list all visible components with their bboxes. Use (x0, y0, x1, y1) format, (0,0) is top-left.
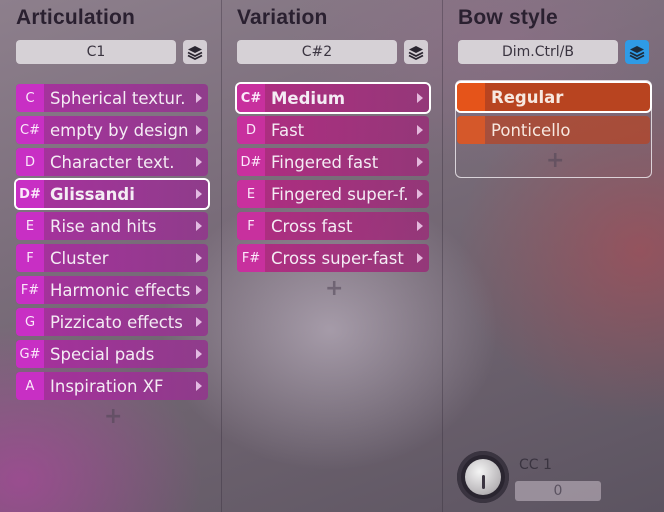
articulation-key-label: D (16, 148, 44, 176)
variation-item-label: Medium (271, 88, 346, 108)
articulation-key-label: C# (16, 116, 44, 144)
articulation-layer-button[interactable] (183, 40, 207, 64)
variation-key-label: D# (237, 148, 265, 176)
column-divider (221, 0, 222, 512)
chevron-right-icon[interactable] (196, 125, 202, 135)
articulation-item-label: Special pads (50, 344, 155, 364)
chevron-right-icon[interactable] (196, 349, 202, 359)
bow-item-regular[interactable]: Regular (457, 83, 650, 111)
cc-knob[interactable] (457, 451, 509, 503)
variation-key-label: E (237, 180, 265, 208)
articulation-item[interactable]: G Pizzicato effects (16, 308, 208, 336)
articulation-item-label: Rise and hits (50, 216, 157, 236)
articulation-item-label: Harmonic effects (50, 280, 191, 300)
articulation-item-label: Inspiration XF (50, 376, 164, 396)
articulation-key-label: D# (16, 180, 44, 208)
variation-item-label: Fast (271, 120, 305, 140)
variation-item[interactable]: F# Cross super-fast (237, 244, 429, 272)
articulation-title: Articulation (16, 6, 136, 29)
chevron-right-icon[interactable] (196, 381, 202, 391)
bow-color-swatch (457, 83, 485, 111)
articulation-item[interactable]: G# Special pads (16, 340, 208, 368)
chevron-right-icon[interactable] (196, 253, 202, 263)
chevron-right-icon[interactable] (417, 157, 423, 167)
articulation-key-label: G# (16, 340, 44, 368)
articulation-add-button[interactable]: + (104, 404, 122, 429)
bow-style-title: Bow style (458, 6, 558, 29)
bow-style-add-button[interactable]: + (546, 148, 564, 173)
chevron-right-icon[interactable] (417, 253, 423, 263)
articulation-item-label: Cluster (50, 248, 109, 268)
bow-style-layer-button[interactable] (625, 40, 649, 64)
variation-item[interactable]: E Fingered super-f. (237, 180, 429, 208)
articulation-key-label: F (16, 244, 44, 272)
variation-title: Variation (237, 6, 328, 29)
articulation-key-label: F# (16, 276, 44, 304)
articulation-key-label: G (16, 308, 44, 336)
articulation-item[interactable]: C Spherical textur. (16, 84, 208, 112)
variation-layer-button[interactable] (404, 40, 428, 64)
articulation-selector[interactable]: C1 (16, 40, 176, 64)
variation-item-label: Fingered fast (271, 152, 379, 172)
layers-icon (187, 46, 203, 60)
chevron-right-icon[interactable] (196, 93, 202, 103)
chevron-right-icon[interactable] (196, 157, 202, 167)
bow-color-swatch (457, 116, 485, 144)
articulation-item[interactable]: F# Harmonic effects (16, 276, 208, 304)
chevron-right-icon[interactable] (196, 221, 202, 231)
chevron-right-icon[interactable] (417, 93, 423, 103)
articulation-key-label: A (16, 372, 44, 400)
articulation-item[interactable]: D Character text. (16, 148, 208, 176)
layers-icon (629, 46, 645, 60)
cc-label: CC 1 (519, 457, 552, 473)
variation-selector[interactable]: C#2 (237, 40, 397, 64)
articulation-item-label: empty by design (50, 120, 189, 140)
articulation-item-label: Spherical textur. (50, 88, 186, 108)
bow-item-label: Regular (491, 87, 564, 107)
variation-item[interactable]: D# Fingered fast (237, 148, 429, 176)
articulation-key-label: C (16, 84, 44, 112)
variation-key-label: F# (237, 244, 265, 272)
variation-key-label: D (237, 116, 265, 144)
bow-style-selector[interactable]: Dim.Ctrl/B (458, 40, 618, 64)
articulation-item-label: Character text. (50, 152, 175, 172)
cc-value-field[interactable]: 0 (515, 481, 601, 501)
bow-item-label: Ponticello (491, 120, 571, 140)
articulation-key-label: E (16, 212, 44, 240)
articulation-item[interactable]: E Rise and hits (16, 212, 208, 240)
bow-item-ponticello[interactable]: Ponticello (457, 116, 650, 144)
articulation-item[interactable]: F Cluster (16, 244, 208, 272)
articulation-item[interactable]: A Inspiration XF (16, 372, 208, 400)
chevron-right-icon[interactable] (196, 285, 202, 295)
articulation-item[interactable]: D# Glissandi (16, 180, 208, 208)
variation-add-button[interactable]: + (325, 276, 343, 301)
chevron-right-icon[interactable] (196, 317, 202, 327)
variation-item-label: Fingered super-f. (271, 184, 409, 204)
variation-item-label: Cross super-fast (271, 248, 404, 268)
variation-item[interactable]: D Fast (237, 116, 429, 144)
articulation-item[interactable]: C# empty by design (16, 116, 208, 144)
chevron-right-icon[interactable] (417, 221, 423, 231)
column-divider (442, 0, 443, 512)
variation-key-label: C# (237, 84, 265, 112)
variation-item[interactable]: C# Medium (237, 84, 429, 112)
chevron-right-icon[interactable] (417, 189, 423, 199)
chevron-right-icon[interactable] (417, 125, 423, 135)
variation-key-label: F (237, 212, 265, 240)
variation-item[interactable]: F Cross fast (237, 212, 429, 240)
layers-icon (408, 46, 424, 60)
variation-item-label: Cross fast (271, 216, 353, 236)
knob-indicator (482, 475, 485, 489)
articulation-item-label: Glissandi (50, 184, 135, 204)
articulation-item-label: Pizzicato effects (50, 312, 183, 332)
chevron-right-icon[interactable] (196, 189, 202, 199)
